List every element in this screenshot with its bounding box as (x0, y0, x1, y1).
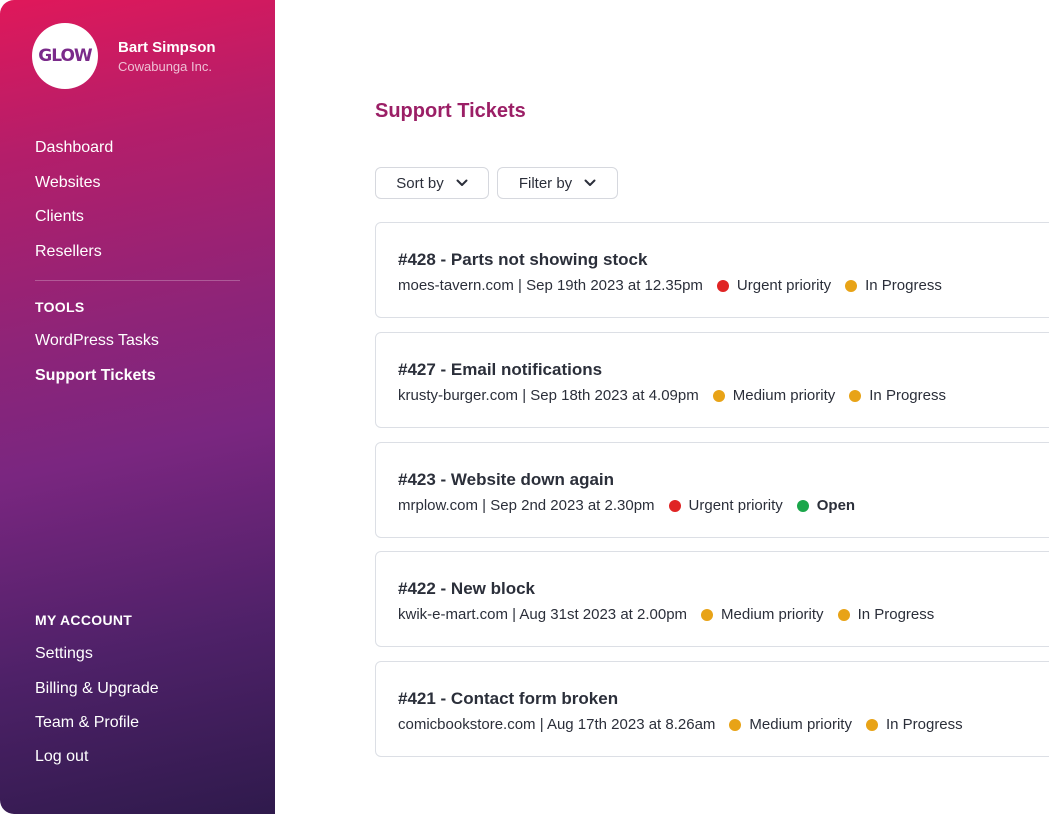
ticket-site-date: kwik-e-mart.com | Aug 31st 2023 at 2.00p… (398, 606, 688, 623)
nav-item-wordpress-tasks[interactable]: WordPress Tasks (35, 332, 159, 350)
ticket-meta: kwik-e-mart.com | Aug 31st 2023 at 2.00p… (398, 606, 934, 623)
status-dot-icon (865, 718, 878, 731)
status-dot-icon (796, 499, 809, 512)
ticket-card[interactable]: #422 - New block kwik-e-mart.com | Aug 3… (375, 551, 1049, 647)
ticket-card[interactable]: #428 - Parts not showing stock moes-tave… (375, 222, 1049, 318)
sort-by-button[interactable]: Sort by (375, 167, 489, 199)
ticket-status: In Progress (857, 606, 935, 623)
ticket-site-date: comicbookstore.com | Aug 17th 2023 at 8.… (398, 716, 716, 733)
filter-by-button[interactable]: Filter by (497, 167, 618, 199)
user-organization: Cowabunga Inc. (118, 59, 212, 74)
ticket-priority: Urgent priority (736, 277, 832, 294)
ticket-site-date: moes-tavern.com | Sep 19th 2023 at 12.35… (398, 277, 703, 294)
user-name: Bart Simpson (118, 39, 216, 56)
ticket-title: #423 - Website down again (398, 470, 615, 489)
nav-item-settings[interactable]: Settings (35, 645, 93, 663)
status-dot-icon (837, 608, 850, 621)
nav-item-clients[interactable]: Clients (35, 208, 84, 226)
sort-by-label: Sort by (396, 174, 444, 192)
ticket-priority: Urgent priority (688, 497, 783, 514)
status-dot-icon (845, 279, 858, 292)
ticket-card[interactable]: #427 - Email notifications krusty-burger… (375, 332, 1049, 428)
ticket-meta: comicbookstore.com | Aug 17th 2023 at 8.… (398, 716, 963, 733)
nav-item-billing-upgrade[interactable]: Billing & Upgrade (35, 680, 159, 698)
nav-item-team-profile[interactable]: Team & Profile (35, 714, 139, 732)
ticket-status: In Progress (885, 716, 963, 733)
logo-text: GLOW (38, 46, 92, 66)
page-title: Support Tickets (375, 100, 526, 122)
sidebar-divider (35, 280, 240, 281)
ticket-meta: moes-tavern.com | Sep 19th 2023 at 12.35… (398, 277, 942, 294)
brand-logo[interactable]: GLOW (32, 23, 98, 89)
ticket-card[interactable]: #421 - Contact form broken comicbookstor… (375, 661, 1049, 757)
nav-item-log-out[interactable]: Log out (35, 748, 88, 766)
ticket-site-date: krusty-burger.com | Sep 18th 2023 at 4.0… (398, 387, 699, 404)
ticket-priority: Medium priority (721, 606, 824, 623)
priority-dot-icon (668, 499, 681, 512)
tools-section-title: TOOLS (35, 299, 85, 315)
priority-dot-icon (712, 389, 725, 402)
status-dot-icon (849, 389, 862, 402)
ticket-site-date: mrplow.com | Sep 2nd 2023 at 2.30pm (398, 497, 655, 514)
chevron-down-icon (456, 179, 468, 187)
ticket-title: #428 - Parts not showing stock (398, 250, 648, 269)
ticket-meta: krusty-burger.com | Sep 18th 2023 at 4.0… (398, 387, 946, 404)
account-section-title: MY ACCOUNT (35, 612, 133, 628)
ticket-priority: Medium priority (732, 387, 836, 404)
ticket-card[interactable]: #423 - Website down again mrplow.com | S… (375, 442, 1049, 538)
sidebar: GLOW Bart Simpson Cowabunga Inc. Dashboa… (0, 0, 275, 814)
ticket-title: #421 - Contact form broken (398, 689, 619, 708)
priority-dot-icon (701, 608, 714, 621)
priority-dot-icon (716, 279, 729, 292)
nav-item-support-tickets[interactable]: Support Tickets (35, 367, 156, 385)
ticket-priority: Medium priority (749, 716, 852, 733)
nav-item-dashboard[interactable]: Dashboard (35, 139, 113, 157)
ticket-meta: mrplow.com | Sep 2nd 2023 at 2.30pm Urge… (398, 497, 855, 514)
ticket-status: In Progress (865, 277, 942, 294)
ticket-title: #427 - Email notifications (398, 360, 603, 379)
ticket-title: #422 - New block (398, 579, 536, 598)
ticket-status: Open (816, 497, 856, 514)
chevron-down-icon (584, 179, 596, 187)
filter-by-label: Filter by (518, 174, 573, 192)
priority-dot-icon (729, 718, 742, 731)
ticket-status: In Progress (869, 387, 946, 404)
nav-item-websites[interactable]: Websites (35, 174, 101, 192)
nav-item-resellers[interactable]: Resellers (35, 243, 102, 261)
